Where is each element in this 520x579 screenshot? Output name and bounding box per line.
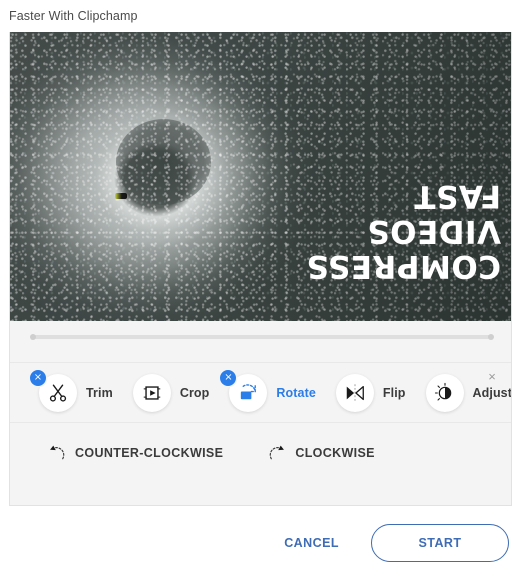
page-title: Faster With Clipchamp bbox=[9, 9, 138, 23]
overlay-line-1: COMPRESS bbox=[306, 248, 501, 284]
tool-flip-label: Flip bbox=[382, 385, 406, 400]
option-clockwise[interactable]: CLOCKWISE bbox=[267, 444, 375, 462]
timeline-track[interactable] bbox=[30, 334, 494, 340]
start-button[interactable]: START bbox=[371, 523, 509, 562]
trim-remove-badge[interactable]: × bbox=[30, 369, 46, 386]
timeline-handle-left[interactable] bbox=[30, 334, 36, 340]
tool-adjust-label: Adjust bbox=[472, 385, 512, 400]
editor-panel: COMPRESS VIDEOS FAST × Trim Crop × Rotat… bbox=[9, 32, 512, 506]
tool-strip: × Trim Crop × Rotate Flip Adjust × bbox=[10, 362, 511, 423]
overlay-line-3: FAST bbox=[413, 178, 501, 214]
option-counter-clockwise-label: COUNTER-CLOCKWISE bbox=[75, 446, 224, 460]
preview-overlay-text: COMPRESS VIDEOS FAST bbox=[306, 178, 501, 284]
tool-rotate-label: Rotate bbox=[276, 385, 316, 400]
crop-icon bbox=[132, 373, 171, 412]
rotate-options-row: COUNTER-CLOCKWISE CLOCKWISE bbox=[10, 423, 511, 483]
footer-actions: CANCEL START bbox=[0, 506, 520, 579]
overlay-line-2: VIDEOS bbox=[366, 213, 501, 249]
video-preview[interactable]: COMPRESS VIDEOS FAST bbox=[10, 32, 511, 321]
tool-crop[interactable]: Crop bbox=[132, 373, 210, 412]
clipchamp-editor-window: Faster With Clipchamp COMPRESS VIDEOS FA… bbox=[0, 0, 520, 579]
brightness-icon bbox=[425, 373, 464, 412]
timeline-handle-right[interactable] bbox=[488, 334, 494, 340]
tool-trim-label: Trim bbox=[86, 385, 113, 400]
tool-crop-label: Crop bbox=[179, 385, 210, 400]
option-clockwise-label: CLOCKWISE bbox=[295, 446, 375, 460]
flip-icon bbox=[335, 373, 374, 412]
timeline[interactable] bbox=[10, 321, 511, 362]
tool-flip[interactable]: Flip bbox=[335, 373, 406, 412]
close-icon[interactable]: × bbox=[484, 369, 500, 385]
cancel-button[interactable]: CANCEL bbox=[274, 528, 349, 558]
tool-trim[interactable]: × Trim bbox=[30, 369, 113, 412]
rotate-cw-icon bbox=[267, 444, 287, 462]
option-counter-clockwise[interactable]: COUNTER-CLOCKWISE bbox=[47, 444, 223, 462]
rotate-remove-badge[interactable]: × bbox=[220, 369, 237, 386]
rotate-ccw-icon bbox=[47, 444, 67, 462]
tool-rotate[interactable]: × Rotate bbox=[220, 369, 316, 412]
